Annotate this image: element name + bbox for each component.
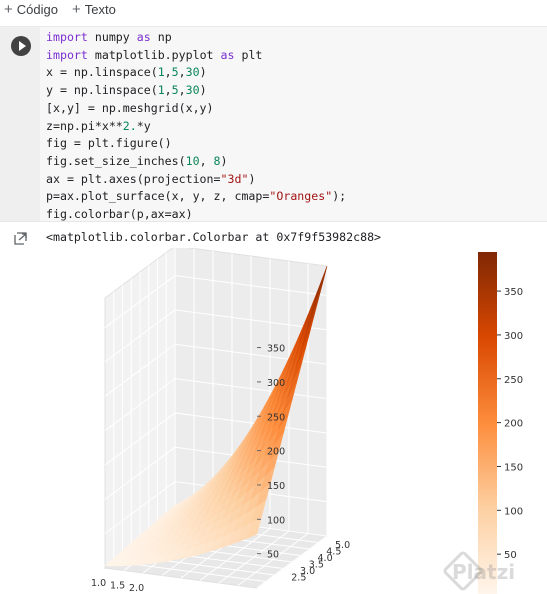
z-tick-label: 200	[267, 447, 285, 458]
watermark: Platzi	[452, 560, 516, 584]
code-line: fig = plt.figure()	[46, 136, 172, 151]
x-tick-label: 1.0	[91, 578, 106, 589]
code-line: [x,y] = np.meshgrid(x,y)	[46, 100, 214, 115]
code-line: z=np.pi*x**2.*y	[46, 118, 151, 133]
code-cell[interactable]: import numpy as np import matplotlib.pypl…	[0, 26, 547, 222]
x-tick-label: 1.5	[110, 581, 125, 592]
surface-plot: 501001502002503003502.53.03.54.04.55.01.…	[91, 248, 523, 594]
colorbar-tick-label: 350	[504, 287, 523, 298]
code-line: ax = plt.axes(projection="3d")	[46, 171, 256, 186]
add-text-button[interactable]: + Texto	[72, 2, 116, 17]
code-editor[interactable]: import numpy as np import matplotlib.pypl…	[46, 29, 346, 224]
output-icon[interactable]	[14, 232, 28, 246]
cell-gutter	[0, 27, 40, 221]
colorbar-tick-label: 150	[504, 462, 523, 473]
code-line: x = np.linspace(1,5,30)	[46, 65, 207, 80]
code-line: p=ax.plot_surface(x, y, z, cmap="Oranges…	[46, 189, 347, 204]
z-tick-label: 350	[267, 344, 285, 355]
plus-icon: +	[4, 1, 13, 18]
y-tick-label: 5.0	[335, 540, 350, 551]
x-tick-label: 2.0	[129, 583, 144, 594]
code-line: y = np.linspace(1,5,30)	[46, 83, 207, 98]
z-tick-label: 100	[267, 515, 285, 526]
colorbar-tick-label: 200	[504, 419, 523, 430]
code-line: fig.colorbar(p,ax=ax)	[46, 207, 193, 222]
colorbar-tick-label: 100	[504, 506, 523, 517]
plus-icon: +	[72, 1, 81, 18]
code-line: import matplotlib.pyplot as plt	[46, 47, 263, 62]
add-code-label: Código	[16, 2, 58, 17]
add-text-label: Texto	[84, 2, 116, 17]
z-tick-label: 300	[267, 378, 285, 389]
add-code-button[interactable]: + Código	[4, 2, 58, 17]
colorbar-tick-label: 250	[504, 375, 523, 386]
z-tick-label: 250	[267, 412, 285, 423]
toolbar: + Código + Texto	[0, 0, 547, 24]
z-tick-label: 150	[267, 481, 285, 492]
colorbar-tick-label: 300	[504, 331, 523, 342]
colorbar	[478, 252, 497, 594]
z-tick-label: 50	[267, 550, 279, 561]
code-line: fig.set_size_inches(10, 8)	[46, 153, 228, 168]
output-text: <matplotlib.colorbar.Colorbar at 0x7f9f5…	[46, 230, 382, 244]
code-line: import numpy as np	[46, 30, 172, 44]
run-cell-button[interactable]	[11, 36, 31, 56]
